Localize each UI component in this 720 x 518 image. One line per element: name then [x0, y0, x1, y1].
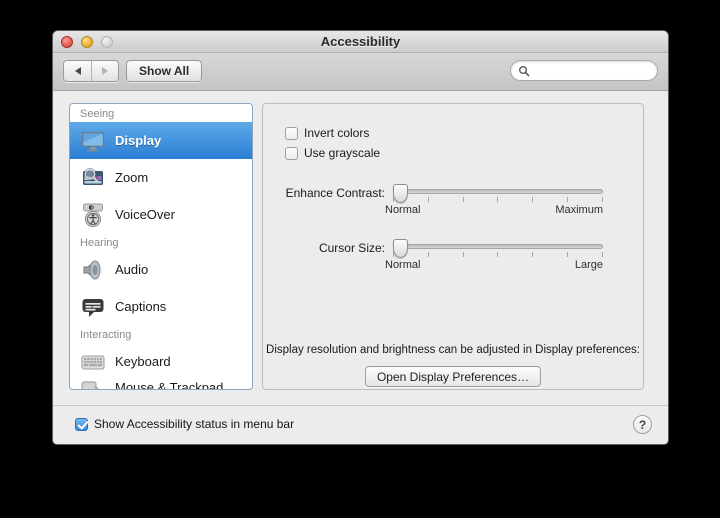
- display-monitor-icon: [82, 131, 104, 151]
- cursor-size-scale-labels: Normal Large: [385, 259, 603, 271]
- search-icon: [519, 65, 530, 76]
- invert-colors-label: Invert colors: [304, 126, 370, 140]
- category-sidebar[interactable]: Seeing Display Zoom VoiceOver Hearing Au…: [69, 103, 253, 390]
- captions-icon: [82, 298, 104, 317]
- search-field[interactable]: [510, 60, 658, 81]
- slider-min-label: Normal: [385, 259, 421, 271]
- navigation-buttons: [63, 60, 119, 82]
- sidebar-group-seeing: Seeing: [70, 104, 252, 122]
- window-title: Accessibility: [320, 34, 401, 49]
- use-grayscale-label: Use grayscale: [304, 146, 381, 160]
- slider-ticks: [393, 197, 603, 203]
- cursor-size-slider-block: Cursor Size: Normal Large: [275, 239, 603, 271]
- sidebar-item-label: Mouse & Trackpad: [115, 380, 224, 390]
- speaker-icon: [83, 259, 101, 280]
- invert-colors-checkbox[interactable]: [285, 126, 298, 140]
- sidebar-item-voiceover[interactable]: VoiceOver: [70, 196, 252, 233]
- sidebar-item-display[interactable]: Display: [70, 122, 252, 159]
- chevron-right-icon: [102, 67, 108, 75]
- show-status-row[interactable]: Show Accessibility status in menu bar: [75, 417, 294, 431]
- slider-max-label: Large: [574, 259, 603, 271]
- slider-ticks: [393, 252, 603, 258]
- sidebar-item-label: Keyboard: [115, 354, 171, 369]
- sidebar-item-audio[interactable]: Audio: [70, 251, 252, 288]
- sidebar-item-keyboard[interactable]: Keyboard: [70, 343, 252, 380]
- slider-track[interactable]: [393, 244, 603, 249]
- display-settings-pane: Invert colors Use grayscale Enhance Cont…: [262, 103, 644, 390]
- accessibility-preferences-window: Accessibility Show All Seeing Display Zo…: [52, 30, 669, 445]
- forward-button[interactable]: [91, 61, 118, 81]
- back-button[interactable]: [64, 61, 91, 81]
- sidebar-group-interacting: Interacting: [70, 325, 252, 343]
- mouse-icon: [81, 381, 100, 389]
- show-status-checkbox[interactable]: [75, 417, 88, 431]
- enhance-contrast-scale-labels: Normal Maximum: [385, 204, 603, 216]
- use-grayscale-checkbox[interactable]: [285, 146, 298, 160]
- enhance-contrast-label: Enhance Contrast:: [285, 186, 385, 200]
- chevron-left-icon: [74, 67, 81, 75]
- sidebar-group-hearing: Hearing: [70, 233, 252, 251]
- display-preferences-note: Display resolution and brightness can be…: [266, 344, 640, 356]
- window-footer: Show Accessibility status in menu bar ?: [53, 405, 668, 444]
- zoom-magnifier-icon: [83, 167, 103, 185]
- open-display-preferences-button[interactable]: Open Display Preferences…: [364, 366, 542, 387]
- sidebar-item-label: Audio: [115, 262, 149, 277]
- sidebar-item-label: Captions: [115, 299, 167, 314]
- sidebar-item-label: VoiceOver: [115, 207, 175, 222]
- sidebar-item-mouse-trackpad[interactable]: Mouse & Trackpad: [70, 380, 252, 390]
- show-status-label: Show Accessibility status in menu bar: [94, 417, 295, 431]
- window-body: Seeing Display Zoom VoiceOver Hearing Au…: [53, 91, 668, 405]
- slider-min-label: Normal: [385, 204, 421, 216]
- slider-max-label: Maximum: [555, 204, 603, 216]
- toolbar: Show All: [53, 53, 668, 91]
- sidebar-item-captions[interactable]: Captions: [70, 288, 252, 325]
- use-grayscale-row[interactable]: Use grayscale: [285, 146, 380, 160]
- invert-colors-row[interactable]: Invert colors: [285, 126, 369, 140]
- enhance-contrast-slider-thumb[interactable]: [393, 184, 408, 203]
- enhance-contrast-slider-block: Enhance Contrast: Normal Maximum: [275, 184, 603, 216]
- slider-track[interactable]: [393, 189, 603, 194]
- show-all-button[interactable]: Show All: [126, 60, 203, 82]
- help-button[interactable]: ?: [633, 415, 652, 434]
- sidebar-item-zoom[interactable]: Zoom: [70, 159, 252, 196]
- sidebar-item-label: Display: [115, 133, 162, 148]
- search-input[interactable]: [534, 64, 644, 77]
- keyboard-icon: [81, 355, 105, 369]
- voiceover-icon: [83, 203, 103, 227]
- window-title-bar: Accessibility: [53, 31, 668, 53]
- cursor-size-slider-thumb[interactable]: [393, 239, 408, 258]
- sidebar-item-label: Zoom: [115, 170, 149, 185]
- cursor-size-label: Cursor Size:: [318, 241, 385, 255]
